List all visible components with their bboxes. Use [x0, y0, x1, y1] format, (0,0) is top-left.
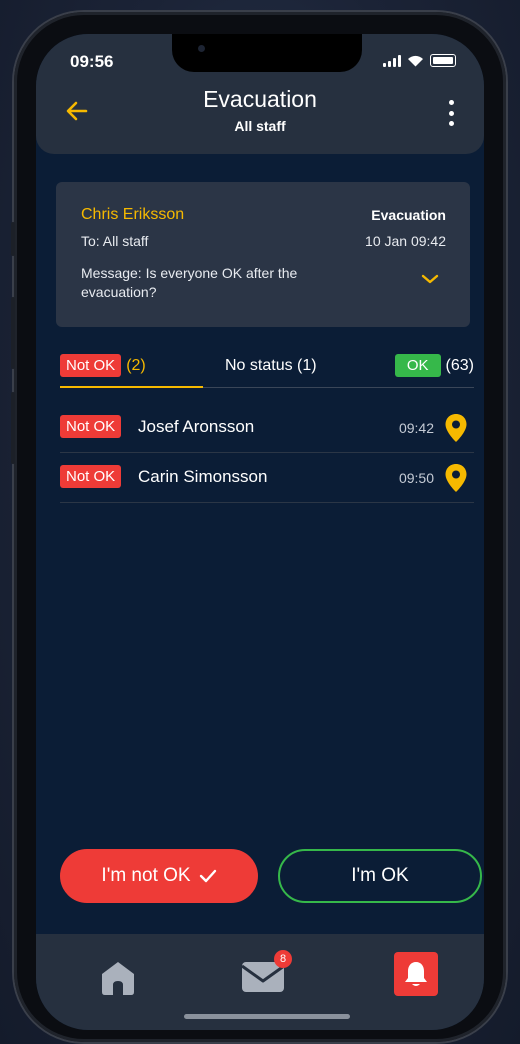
- not-ok-count: (2): [126, 356, 146, 374]
- tab-no-status[interactable]: No status (1): [225, 357, 317, 375]
- message-text: Message: Is everyone OK after the evacua…: [81, 265, 298, 300]
- nav-messages[interactable]: 8: [240, 950, 292, 996]
- list-item[interactable]: Not OK Carin Simonsson 09:50: [60, 452, 474, 503]
- more-menu-button[interactable]: [446, 100, 456, 126]
- message-card: Chris Eriksson To: All staff Evacuation …: [56, 182, 470, 327]
- recipient: To: All staff: [81, 233, 149, 249]
- unread-messages-badge: 8: [274, 950, 292, 968]
- status-badge: Not OK: [60, 465, 122, 488]
- person-name: Carin Simonsson: [138, 467, 268, 486]
- sender-name: Chris Eriksson: [81, 206, 185, 223]
- im-not-ok-button[interactable]: I'm not OK: [60, 849, 258, 903]
- bell-icon: [405, 962, 427, 986]
- tab-ok[interactable]: OK (63): [394, 354, 474, 377]
- status-time: 09:56: [70, 52, 114, 71]
- page-subtitle: All staff: [234, 118, 286, 134]
- not-ok-badge: Not OK: [60, 354, 122, 377]
- volume-up-button: [11, 297, 15, 369]
- im-ok-button[interactable]: I'm OK: [278, 849, 482, 903]
- no-status-label: No status (1): [225, 357, 317, 374]
- im-not-ok-label: I'm not OK: [101, 865, 191, 886]
- expand-message-button[interactable]: [420, 272, 440, 286]
- message-timestamp: 10 Jan 09:42: [365, 233, 446, 249]
- signal-icon: [383, 54, 401, 67]
- status-tabs: Not OK (2) No status (1) OK (63): [60, 352, 474, 388]
- mute-switch: [11, 222, 15, 256]
- page-title: Evacuation: [203, 86, 317, 112]
- chevron-down-icon: [421, 274, 439, 284]
- notch: [172, 34, 362, 72]
- nav-alarms[interactable]: [394, 952, 438, 996]
- person-name: Josef Aronsson: [138, 417, 255, 436]
- ok-badge: OK: [394, 354, 441, 377]
- more-vertical-icon: [448, 100, 454, 105]
- active-tab-indicator: [60, 386, 203, 388]
- response-time: 09:50: [398, 470, 434, 486]
- status-icons: [383, 54, 456, 67]
- message-type: Evacuation: [371, 207, 446, 223]
- battery-icon: [430, 54, 456, 67]
- home-icon: [102, 962, 134, 995]
- wifi-icon: [408, 55, 423, 66]
- checkmark-icon: [199, 869, 216, 883]
- ok-count: (63): [445, 356, 474, 374]
- app-screen: Evacuation All staff 09:56 Chris Eriksso…: [36, 34, 484, 1030]
- nav-home[interactable]: [98, 958, 138, 998]
- status-badge: Not OK: [60, 415, 122, 438]
- location-pin-icon[interactable]: [444, 463, 468, 493]
- tab-not-ok[interactable]: Not OK (2): [60, 354, 146, 377]
- location-pin-icon[interactable]: [444, 413, 468, 443]
- list-item[interactable]: Not OK Josef Aronsson 09:42: [60, 402, 474, 453]
- home-indicator[interactable]: [184, 1014, 350, 1019]
- im-ok-label: I'm OK: [351, 865, 409, 886]
- response-time: 09:42: [398, 420, 434, 436]
- volume-down-button: [11, 392, 15, 464]
